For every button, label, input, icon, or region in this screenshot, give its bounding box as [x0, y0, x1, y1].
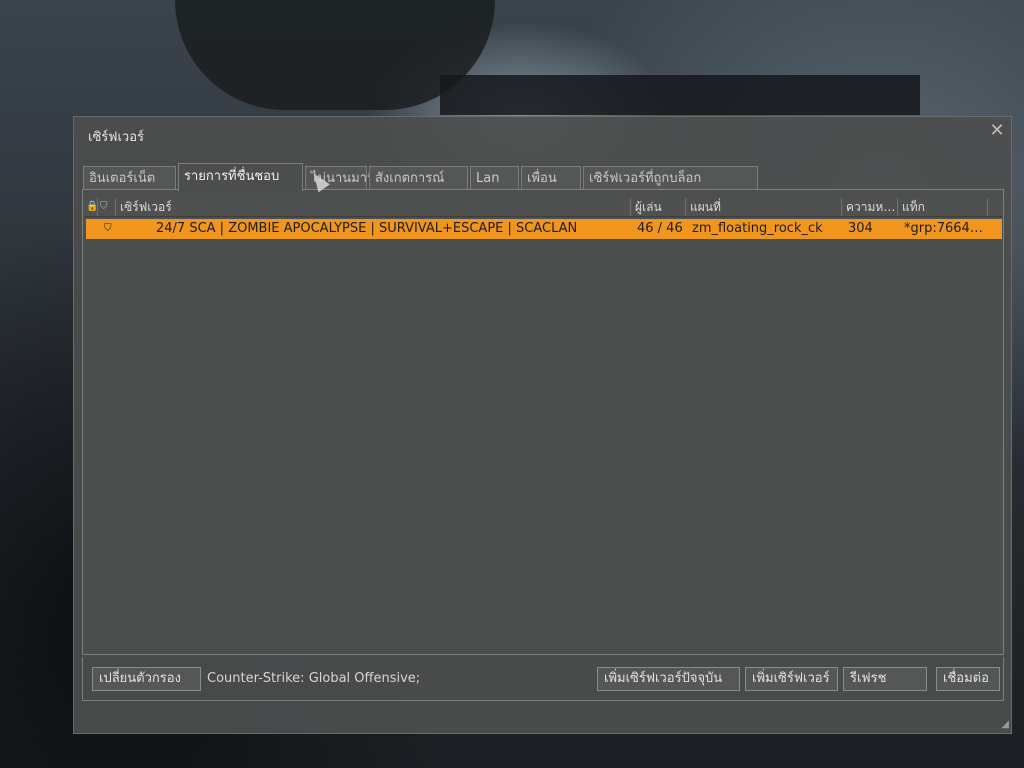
active-filter-label: Counter-Strike: Global Offensive;	[207, 671, 421, 686]
column-header-tags[interactable]: แท็ก	[898, 198, 988, 216]
players-cell: 46 / 46	[637, 221, 683, 236]
window-title: เซิร์ฟเวอร์	[88, 130, 144, 145]
add-server-button[interactable]: เพิ่มเซิร์ฟเวอร์	[745, 667, 838, 691]
tab-blocked-servers[interactable]: เซิร์ฟเวอร์ที่ถูกบล็อก	[583, 166, 758, 189]
change-filters-button[interactable]: เปลี่ยนตัวกรอง	[92, 667, 201, 691]
server-name-cell: 24/7 SCA | ZOMBIE APOCALYPSE | SURVIVAL+…	[156, 221, 578, 236]
tab-lan[interactable]: Lan	[470, 166, 519, 189]
tab-spectate[interactable]: สังเกตการณ์	[369, 166, 468, 189]
vac-secure-icon: ⛉	[104, 223, 112, 234]
server-browser-window: เซิร์ฟเวอร์ ✕ อินเตอร์เน็ต รายการที่ชื่น…	[73, 116, 1012, 734]
server-list: 🔒 ⛉ เซิร์ฟเวอร์ ผู้เล่น แผนที่ ความหน่วง…	[82, 189, 1004, 655]
tab-bar: อินเตอร์เน็ต รายการที่ชื่นชอบ ไม่นานมานี…	[83, 163, 760, 191]
add-current-server-button[interactable]: เพิ่มเซิร์ฟเวอร์ปัจจุบัน	[597, 667, 740, 691]
latency-cell: 304	[848, 221, 873, 236]
column-header-players[interactable]: ผู้เล่น	[631, 198, 686, 216]
lock-cell	[86, 219, 100, 239]
close-icon[interactable]: ✕	[987, 121, 1007, 141]
server-list-header: 🔒 ⛉ เซิร์ฟเวอร์ ผู้เล่น แผนที่ ความหน่วง…	[84, 198, 1002, 217]
refresh-button[interactable]: รีเฟรช	[843, 667, 927, 691]
table-row-selected[interactable]: ⛉ 24/7 SCA | ZOMBIE APOCALYPSE | SURVIVA…	[86, 219, 1002, 239]
resize-grip-icon[interactable]: ◢	[997, 719, 1009, 731]
password-lock-icon[interactable]: 🔒	[84, 198, 98, 216]
connect-button[interactable]: เชื่อมต่อ	[936, 667, 1000, 691]
tab-friends[interactable]: เพื่อน	[521, 166, 581, 189]
tab-favorites[interactable]: รายการที่ชื่นชอบ	[178, 163, 303, 191]
secure-shield-icon[interactable]: ⛉	[98, 198, 116, 216]
column-header-latency[interactable]: ความหน่วง	[842, 198, 898, 216]
bottom-action-bar: เปลี่ยนตัวกรอง Counter-Strike: Global Of…	[82, 657, 1004, 701]
column-header-map[interactable]: แผนที่	[686, 198, 842, 216]
column-header-server[interactable]: เซิร์ฟเวอร์	[116, 198, 631, 216]
map-cell: zm_floating_rock_ck	[692, 221, 823, 236]
tab-internet[interactable]: อินเตอร์เน็ต	[83, 166, 176, 189]
rifle-shape	[440, 75, 920, 115]
tags-cell: *grp:7664…	[904, 221, 983, 236]
